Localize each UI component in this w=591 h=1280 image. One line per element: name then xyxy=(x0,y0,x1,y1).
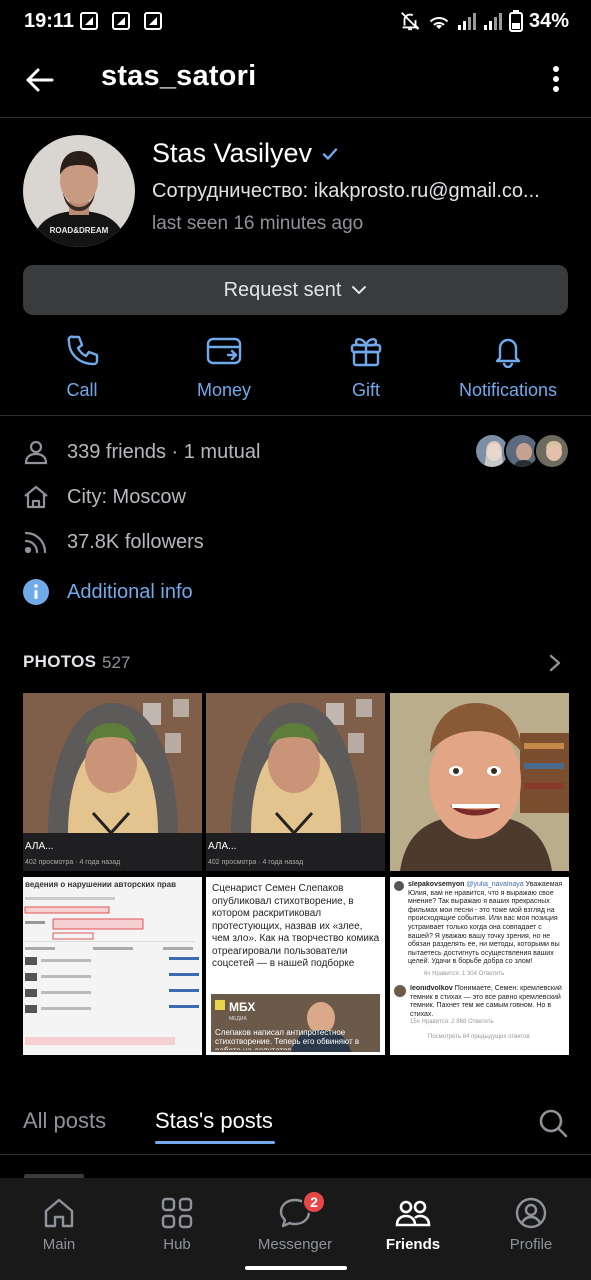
comment-mention: @yulia_navalnaya xyxy=(466,881,524,888)
city-text: City: Moscow xyxy=(67,485,186,508)
friends-icon xyxy=(395,1200,431,1227)
unread-badge: 2 xyxy=(302,1190,326,1214)
nav-main[interactable]: Main xyxy=(0,1196,118,1253)
battery-icon xyxy=(508,10,523,32)
comment-meta: 6ч Нравится: 1 304 Ответить xyxy=(424,971,505,977)
status-bar: 19:11 34% xyxy=(0,0,591,44)
profile-icon xyxy=(515,1197,547,1229)
call-label: Call xyxy=(66,380,98,400)
friends-count: 339 friends · 1 mutual xyxy=(67,440,261,463)
back-arrow-icon[interactable] xyxy=(22,62,58,98)
rss-icon xyxy=(24,531,47,554)
notifications-label: Notifications xyxy=(458,380,558,400)
photo-thumbnail[interactable]: АЛА... 402 просмотра · 4 года назад xyxy=(206,693,385,871)
city-row: City: Moscow xyxy=(22,482,186,512)
tab-all-posts[interactable]: All posts xyxy=(23,1108,106,1134)
photos-title[interactable]: PHOTOS xyxy=(23,652,96,672)
battery-percent: 34% xyxy=(528,9,569,32)
comment-text: Уважаемая Юлия, вам не нравится, что я в… xyxy=(408,881,563,966)
home-indicator[interactable] xyxy=(245,1266,347,1270)
phone-icon xyxy=(67,335,99,366)
money-label: Money xyxy=(196,380,252,400)
call-button[interactable]: Call xyxy=(11,330,153,410)
additional-info-label: Additional info xyxy=(67,580,193,603)
followers-count: 37.8K followers xyxy=(67,530,204,553)
grid-icon xyxy=(161,1197,193,1229)
home-icon xyxy=(44,1198,74,1228)
nav-profile-label: Profile xyxy=(509,1236,553,1253)
mute-icon xyxy=(401,12,420,31)
profile-actions: Call Money Gift Notifications xyxy=(0,330,591,416)
active-tab-indicator xyxy=(155,1141,275,1144)
photo-caption: АЛА... xyxy=(25,841,53,852)
gift-button[interactable]: Gift xyxy=(295,330,437,410)
avatar-shirt-text: ROAD&DREAM xyxy=(50,226,109,235)
nav-main-label: Main xyxy=(42,1236,76,1253)
bottom-navigation: Main Hub 2 Messenger Friends Profile xyxy=(0,1178,591,1280)
last-seen: last seen 16 minutes ago xyxy=(152,213,364,234)
document-heading: ведения о нарушении авторских прав xyxy=(25,880,176,889)
page-title: stas_satori xyxy=(101,60,257,92)
mutual-friends-avatars[interactable] xyxy=(474,433,570,469)
photo-thumbnail[interactable]: slepakovsemyon @yulia_navalnaya Уважаема… xyxy=(390,877,569,1055)
nav-messenger-label: Messenger xyxy=(257,1236,333,1253)
signal-icon xyxy=(483,13,502,30)
photo-thumbnail[interactable]: ведения о нарушении авторских прав xyxy=(23,877,202,1055)
nav-friends[interactable]: Friends xyxy=(354,1196,472,1253)
money-button[interactable]: Money xyxy=(153,330,295,410)
profile-status[interactable]: Сотрудничество: ikakprosto.ru@gmail.co..… xyxy=(152,180,572,203)
chevron-right-icon[interactable] xyxy=(548,654,562,672)
gift-icon xyxy=(350,337,382,367)
photo-thumbnail[interactable]: Сценарист Семен Слепаков опубликовал сти… xyxy=(206,877,385,1055)
notification-icon xyxy=(80,12,98,30)
photo-thumbnail[interactable]: АЛА... 402 просмотра · 4 года назад xyxy=(23,693,202,871)
gift-label: Gift xyxy=(351,380,380,400)
media-logo: МБХ xyxy=(229,1000,255,1014)
request-sent-button[interactable]: Request sent xyxy=(23,265,568,315)
money-icon xyxy=(206,337,242,365)
followers-row[interactable]: 37.8K followers xyxy=(22,527,204,557)
comment-author: slepakovsemyon xyxy=(408,881,465,888)
notification-icon xyxy=(112,12,130,30)
photo-subcaption: 402 просмотра · 4 года назад xyxy=(25,859,120,866)
tab-own-posts[interactable]: Stas's posts xyxy=(155,1108,273,1134)
nav-hub-label: Hub xyxy=(163,1236,191,1253)
photo-caption: АЛА... xyxy=(208,841,236,852)
comment-author: leonidvolkov xyxy=(410,985,453,992)
nav-messenger[interactable]: 2 Messenger xyxy=(236,1190,354,1253)
person-icon xyxy=(24,440,48,465)
friends-row[interactable]: 339 friends · 1 mutual xyxy=(22,437,260,467)
photo-subcaption: 402 просмотра · 4 года назад xyxy=(208,859,303,866)
status-time: 19:11 xyxy=(24,10,75,32)
article-text: Сценарист Семен Слепаков опубликовал сти… xyxy=(212,883,380,969)
nav-friends-label: Friends xyxy=(385,1236,441,1253)
notifications-button[interactable]: Notifications xyxy=(437,330,579,410)
info-icon xyxy=(23,579,49,605)
request-sent-label: Request sent xyxy=(223,278,342,301)
verified-icon xyxy=(322,148,338,160)
bell-icon xyxy=(495,338,521,368)
chevron-down-icon xyxy=(352,286,367,294)
nav-profile[interactable]: Profile xyxy=(472,1196,590,1253)
photo-thumbnail[interactable] xyxy=(390,693,569,871)
nav-hub[interactable]: Hub xyxy=(118,1196,236,1253)
avatar xyxy=(534,433,570,469)
profile-name: Stas Vasilyev xyxy=(152,138,313,168)
top-bar: stas_satori xyxy=(0,44,591,118)
more-replies: Посмотреть 84 предыдущих ответов xyxy=(428,1034,530,1040)
comment-meta: 15ч Нравится: 2 868 Ответить xyxy=(410,1019,494,1025)
search-icon[interactable] xyxy=(537,1107,569,1139)
notification-icon xyxy=(144,12,162,30)
home-icon xyxy=(24,485,48,509)
more-options-icon[interactable] xyxy=(543,64,569,94)
article-bottom-caption: Слепаков написал антипротестное стихотво… xyxy=(215,1028,360,1050)
signal-icon xyxy=(457,13,476,30)
posts-tabs: All posts Stas's posts xyxy=(0,1095,591,1155)
photos-count: 527 xyxy=(102,653,131,672)
media-logo-sub: МЕДИА xyxy=(229,1016,247,1022)
wifi-icon xyxy=(429,16,449,29)
avatar[interactable]: ROAD&DREAM xyxy=(23,135,135,247)
additional-info-row[interactable]: Additional info xyxy=(22,577,193,607)
